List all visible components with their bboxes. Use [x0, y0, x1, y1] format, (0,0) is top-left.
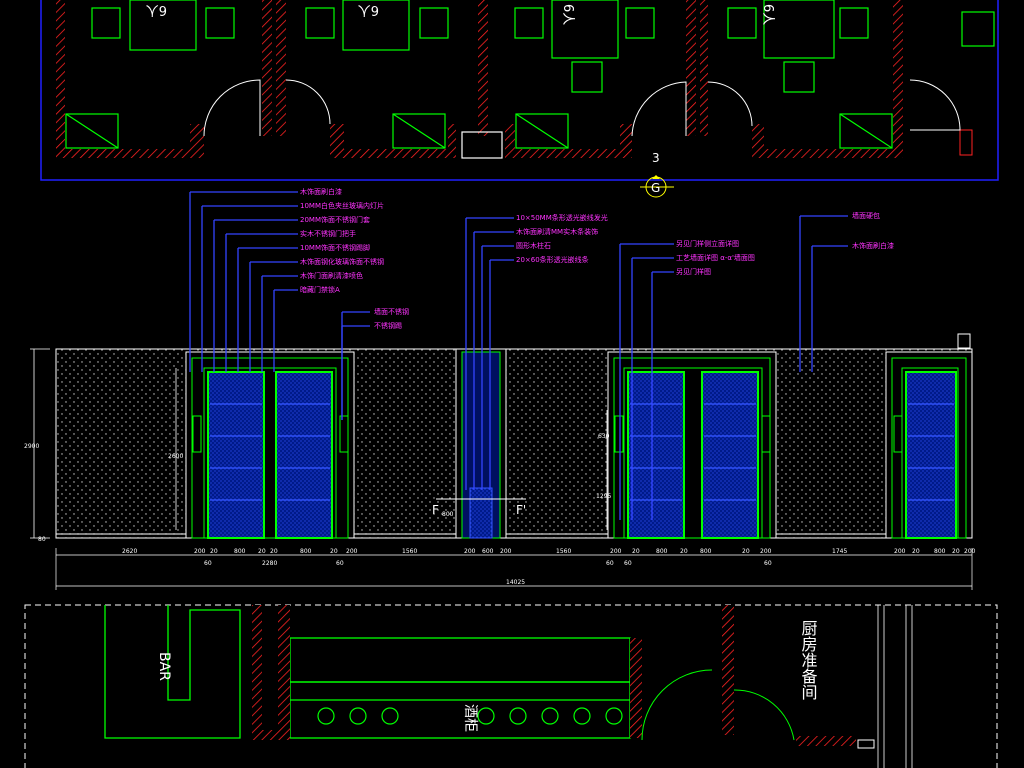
callout-label: 不锈钢踢 [374, 321, 402, 330]
dim-segment: 20 [330, 548, 338, 555]
callout-label: 工艺墙面详图 α-α'墙面图 [676, 253, 755, 262]
section-mark: 3 G [640, 151, 674, 198]
liquor-label: 酒柜 [462, 704, 478, 732]
plan-furniture [65, 0, 995, 159]
kitchen-label: 厨房准备间 [799, 620, 818, 701]
dim-segment: 20 [742, 548, 750, 555]
section-letter: G [651, 181, 660, 195]
dim-segment: 800 [234, 548, 246, 555]
section-number: 3 [652, 151, 660, 165]
dim-small: 60 [606, 560, 614, 567]
room-label: 6人 [358, 2, 379, 17]
plan-door-swings [203, 79, 961, 137]
callout-label: 暗藏门禁锁A [300, 285, 340, 294]
callout-label: 20×60条形透光嵌线条 [516, 255, 589, 264]
bar-counter [104, 605, 631, 739]
bottom-walls [252, 605, 856, 746]
dim-segment: 20 [270, 548, 278, 555]
bottom-dims: 2620 200 20 800 20 20 800 20 200 1560 200 600 200 156… [122, 548, 976, 567]
door-group-2 [607, 351, 777, 539]
room-label: 6人 [560, 4, 575, 25]
callout-label: 圆形木柱石 [516, 241, 551, 250]
elevation-view: F F' 2900 2600 80 630 1295 800 木饰面刷白漆10M… [24, 187, 976, 590]
dim-segment: 800 [934, 548, 946, 555]
dim-segment: 1745 [832, 548, 847, 555]
dim-column-base: 800 [442, 511, 454, 518]
callout-label: 实木不锈钢门把手 [300, 229, 356, 238]
dim-segment: 200 [760, 548, 772, 555]
dim-segment: 800 [300, 548, 312, 555]
dim-small: 60 [204, 560, 212, 567]
floor-plan-top: 6人 6人 6人 6人 [40, 0, 999, 181]
dim-small: 60 [764, 560, 772, 567]
dim-lower: 1295 [596, 493, 611, 500]
callout-label: 木饰面刷清MM实木条装饰 [516, 227, 598, 236]
cad-drawing-canvas[interactable]: 6人 6人 6人 6人 3 G F F' 2900 2600 80 630 12… [0, 0, 1024, 768]
dim-total: 14025 [506, 579, 525, 586]
dim-panel: 630 [598, 433, 610, 440]
dim-small: 2280 [262, 560, 277, 567]
dim-segment: 600 [482, 548, 494, 555]
dim-small: 60 [336, 560, 344, 567]
dim-segment: 2620 [122, 548, 137, 555]
callout-label: 另见门样图 [676, 267, 711, 276]
glass-column [455, 348, 507, 539]
room-label: 6人 [760, 4, 775, 25]
dim-segment: 200 [194, 548, 206, 555]
callout-label: 木饰门面刷清漆喷色 [300, 271, 363, 280]
callout-label: 20MM饰面不锈钢门套 [300, 215, 370, 224]
dim-segment: 200 [500, 548, 512, 555]
dim-segment: 200 [964, 548, 976, 555]
dim-segment: 200 [610, 548, 622, 555]
bottom-door-swings [641, 669, 795, 741]
door-group-1 [185, 351, 355, 539]
dim-segment: 200 [464, 548, 476, 555]
dim-segment: 20 [632, 548, 640, 555]
dim-segment: 20 [210, 548, 218, 555]
dim-segment: 200 [346, 548, 358, 555]
dim-segment: 20 [912, 548, 920, 555]
kitchen-partition [877, 605, 913, 768]
callout-label: 10MM饰面不锈钢踢脚 [300, 243, 370, 252]
floor-plan-bottom: BAR 酒柜 厨房准备间 [24, 604, 998, 768]
dim-segment: 20 [952, 548, 960, 555]
callout-label: 木饰面刷白漆 [300, 187, 342, 196]
dim-skirting: 80 [38, 536, 46, 543]
callout-label: 10×50MM条形透光嵌线发光 [516, 213, 608, 222]
callout-label: 木饰面钢化玻璃饰面不锈钢 [300, 257, 384, 266]
dim-door-height: 2600 [168, 453, 183, 460]
callout-label: 10MM白色夹丝玻璃内灯片 [300, 201, 384, 210]
dim-segment: 200 [894, 548, 906, 555]
dim-segment: 20 [680, 548, 688, 555]
callout-label: 木饰面刷白漆 [852, 241, 894, 250]
callout-label: 另见门样侧立面详图 [676, 239, 739, 248]
callouts: 木饰面刷白漆 10MM白色夹丝玻璃内灯片 20MM饰面不锈钢门套实木不锈钢门把手 10… [300, 187, 894, 330]
bar-label: BAR [156, 652, 172, 681]
cut-mark-right: F' [516, 503, 526, 517]
dim-segment: 20 [258, 548, 266, 555]
callout-label: 墙面硬包 [852, 211, 880, 220]
dim-segment: 800 [656, 548, 668, 555]
dim-small: 60 [624, 560, 632, 567]
dim-segment: 1560 [556, 548, 571, 555]
door-group-3 [885, 333, 973, 539]
room-label: 6人 [146, 2, 167, 17]
cut-mark-left: F [432, 503, 439, 517]
dim-segment: 800 [700, 548, 712, 555]
dim-height-total: 2900 [24, 443, 39, 450]
dim-segment: 1560 [402, 548, 417, 555]
callout-label: 墙面不锈钢 [374, 307, 409, 316]
